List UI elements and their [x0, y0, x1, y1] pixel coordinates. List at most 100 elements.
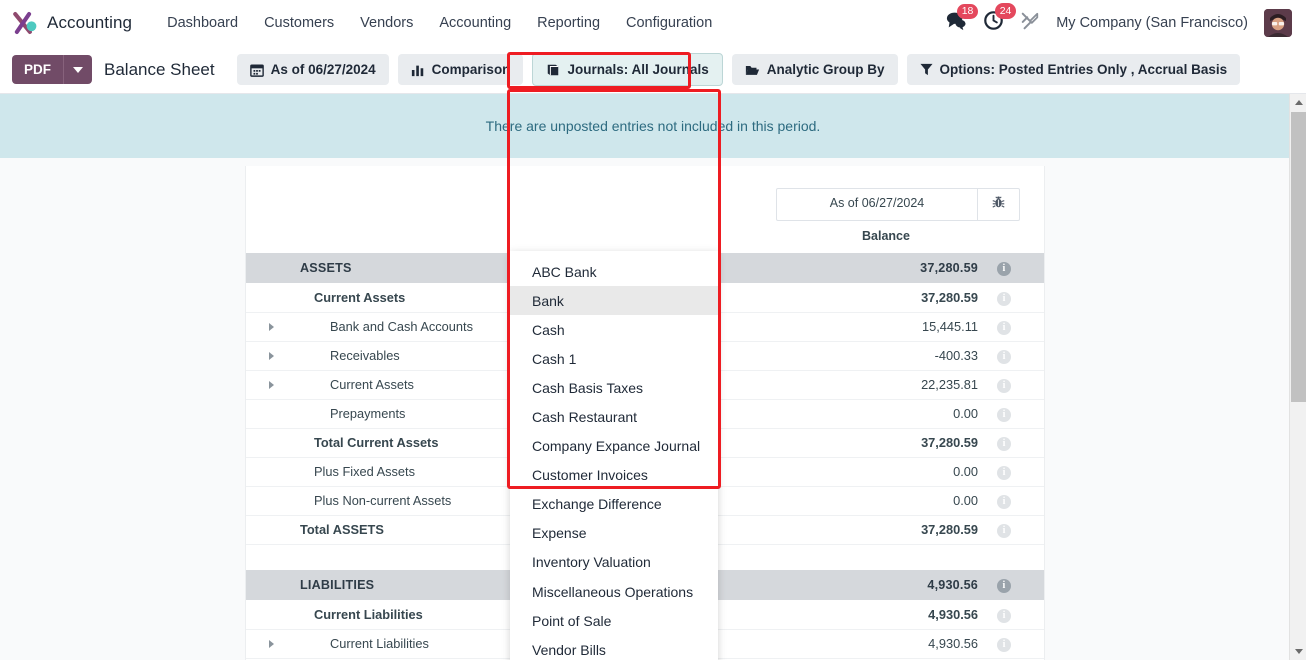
info-icon[interactable]: i: [997, 608, 1011, 623]
company-switcher[interactable]: My Company (San Francisco): [1056, 15, 1248, 31]
menu-item-configuration[interactable]: Configuration: [613, 9, 725, 37]
comparison-button[interactable]: Comparison: [397, 54, 524, 85]
row-info-cell[interactable]: i: [996, 341, 1044, 370]
debug-tools-button[interactable]: [1020, 11, 1040, 36]
info-icon[interactable]: i: [997, 408, 1011, 422]
debug-bug-button[interactable]: [977, 189, 1019, 220]
chevron-down-icon: [73, 62, 83, 77]
journals-dropdown-menu[interactable]: ABC Bank Bank Cash Cash 1 Cash Basis Taxes Ca…: [510, 251, 718, 660]
row-balance-value: 15,445.11: [922, 319, 978, 334]
row-balance-value: 37,280.59: [921, 522, 978, 537]
row-info-cell[interactable]: i: [996, 515, 1044, 544]
info-icon[interactable]: i: [997, 321, 1011, 335]
journal-option-cash-restaurant[interactable]: Cash Restaurant: [510, 402, 718, 431]
row-info-cell[interactable]: i: [996, 312, 1044, 341]
info-icon[interactable]: i: [997, 579, 1011, 593]
journal-option-vendor-bills[interactable]: Vendor Bills: [510, 635, 718, 660]
caret-right-icon[interactable]: [269, 352, 274, 360]
journal-option-abc-bank[interactable]: ABC Bank: [510, 257, 718, 286]
scrollbar-up-arrow[interactable]: [1290, 94, 1306, 111]
journal-option-exchange-difference[interactable]: Exchange Difference: [510, 490, 718, 519]
menu-item-customers[interactable]: Customers: [251, 9, 347, 37]
date-filter-button[interactable]: As of 06/27/2024: [236, 54, 389, 85]
row-balance-value: 0.00: [953, 464, 978, 479]
journal-option-bank[interactable]: Bank: [510, 286, 718, 316]
row-balance-value: 4,930.56: [927, 578, 978, 592]
activities-button[interactable]: 24: [983, 3, 1016, 36]
date-column-box: As of 06/27/2024: [776, 188, 1020, 221]
report-page-area: As of 06/27/2024 Balance ASSETS 37,280.5…: [0, 158, 1306, 660]
balance-column-header: Balance: [862, 229, 910, 243]
messages-button[interactable]: 18: [945, 3, 978, 36]
row-info-cell[interactable]: i: [996, 399, 1044, 428]
row-info-cell[interactable]: i: [996, 486, 1044, 515]
info-icon[interactable]: i: [997, 437, 1011, 451]
info-icon[interactable]: i: [997, 350, 1011, 364]
caret-right-icon[interactable]: [269, 381, 274, 389]
journals-filter-button[interactable]: Journals: All Journals: [532, 53, 723, 86]
row-info-cell[interactable]: i: [996, 370, 1044, 399]
info-icon[interactable]: i: [997, 466, 1011, 480]
user-avatar[interactable]: [1264, 9, 1292, 37]
journal-option-point-of-sale[interactable]: Point of Sale: [510, 606, 718, 635]
app-brand[interactable]: Accounting: [12, 10, 132, 36]
row-expand-cell: [246, 399, 288, 428]
main-menu: Dashboard Customers Vendors Accounting R…: [154, 9, 725, 37]
date-column-label: As of 06/27/2024: [829, 196, 925, 210]
row-expand-cell[interactable]: [246, 629, 288, 658]
bug-icon: [992, 195, 1005, 214]
journal-option-expense[interactable]: Expense: [510, 519, 718, 548]
row-balance-value: 37,280.59: [921, 435, 978, 450]
caret-right-icon[interactable]: [269, 323, 274, 331]
row-balance-value: 0.00: [953, 493, 978, 508]
menu-item-vendors[interactable]: Vendors: [347, 9, 426, 37]
journal-option-miscellaneous-operations[interactable]: Miscellaneous Operations: [510, 577, 718, 606]
row-info-cell[interactable]: i: [996, 253, 1044, 283]
row-info-cell[interactable]: i: [996, 428, 1044, 457]
info-icon[interactable]: i: [997, 524, 1011, 538]
journal-option-cash[interactable]: Cash: [510, 315, 718, 344]
journal-option-cash-1[interactable]: Cash 1: [510, 344, 718, 373]
odoo-logo-icon: [12, 10, 38, 36]
row-expand-cell[interactable]: [246, 341, 288, 370]
caret-right-icon[interactable]: [269, 640, 274, 648]
row-info-cell[interactable]: i: [996, 629, 1044, 658]
info-icon[interactable]: i: [997, 638, 1011, 652]
row-balance-value: 4,930.56: [928, 636, 978, 651]
menu-item-accounting[interactable]: Accounting: [426, 9, 524, 37]
info-icon[interactable]: i: [997, 495, 1011, 509]
row-expand-cell[interactable]: [246, 312, 288, 341]
scrollbar-down-arrow[interactable]: [1290, 643, 1306, 660]
row-balance-value: 4,930.56: [928, 606, 978, 622]
journal-option-inventory-valuation[interactable]: Inventory Valuation: [510, 548, 718, 577]
options-filter-button[interactable]: Options: Posted Entries Only , Accrual B…: [906, 54, 1241, 85]
row-info-cell[interactable]: i: [996, 457, 1044, 486]
row-info-cell[interactable]: i: [996, 283, 1044, 312]
menu-item-dashboard[interactable]: Dashboard: [154, 9, 251, 37]
pdf-export-group: PDF: [12, 55, 92, 84]
scrollbar-thumb[interactable]: [1291, 112, 1306, 402]
info-icon[interactable]: i: [997, 291, 1011, 306]
triangle-up-icon: [1294, 100, 1303, 105]
row-balance-value: 22,235.81: [921, 377, 978, 392]
journals-filter-label: Journals: All Journals: [567, 62, 709, 77]
page-title: Balance Sheet: [104, 59, 215, 79]
journal-option-company-expance-journal[interactable]: Company Expance Journal: [510, 432, 718, 461]
page-scrollbar[interactable]: [1289, 94, 1306, 660]
report-column-header: As of 06/27/2024: [246, 166, 1044, 221]
row-expand-cell[interactable]: [246, 370, 288, 399]
pdf-export-button[interactable]: PDF: [12, 55, 63, 84]
row-info-cell[interactable]: i: [996, 600, 1044, 629]
journal-option-customer-invoices[interactable]: Customer Invoices: [510, 461, 718, 490]
pdf-export-dropdown-button[interactable]: [63, 55, 92, 84]
journal-option-cash-basis-taxes[interactable]: Cash Basis Taxes: [510, 373, 718, 402]
analytic-group-by-button[interactable]: Analytic Group By: [731, 54, 898, 85]
row-balance-value: [806, 544, 996, 570]
row-expand-cell: [246, 570, 288, 600]
menu-item-reporting[interactable]: Reporting: [524, 9, 613, 37]
info-icon[interactable]: i: [997, 262, 1011, 276]
wrench-screwdriver-icon: [1020, 11, 1040, 36]
info-icon[interactable]: i: [997, 379, 1011, 393]
row-expand-cell: [246, 515, 288, 544]
row-info-cell[interactable]: i: [996, 570, 1044, 600]
